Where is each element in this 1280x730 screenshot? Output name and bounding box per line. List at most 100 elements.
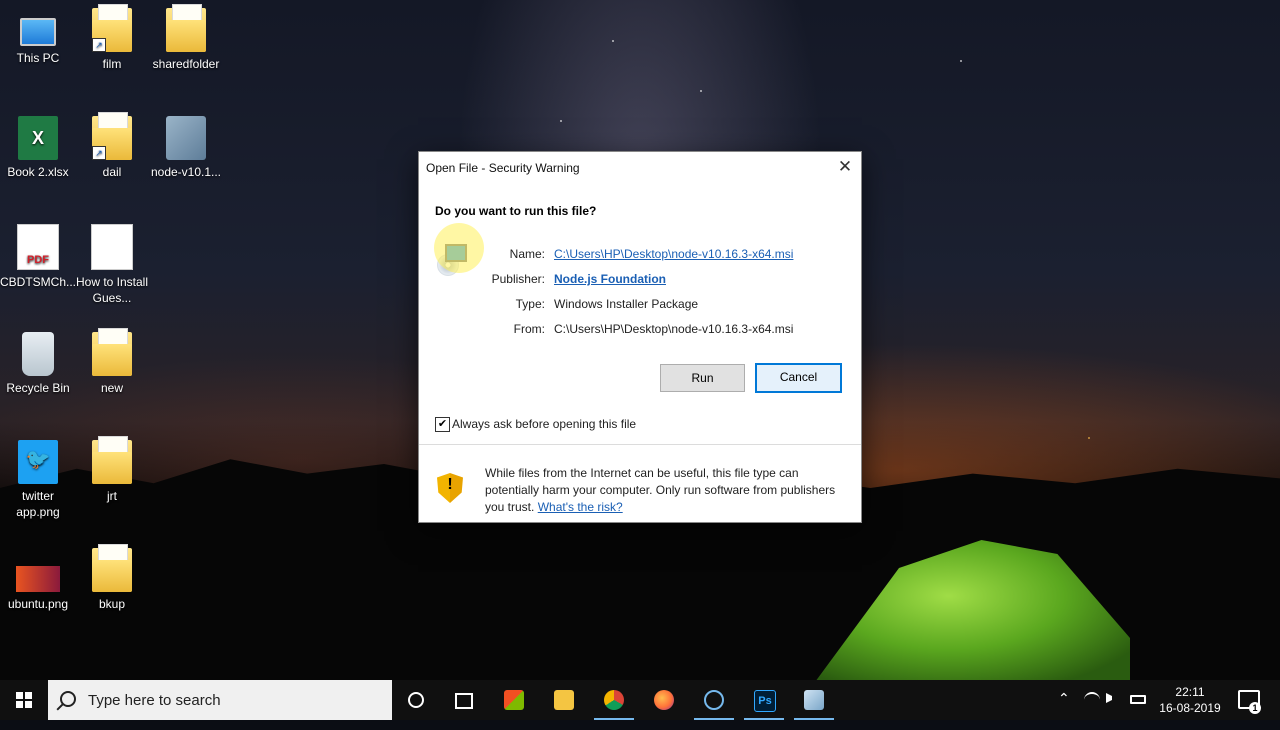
desktop-icon-dail[interactable]: ↗ dail — [74, 112, 150, 180]
desktop-icon-label: ubuntu.png — [7, 597, 69, 611]
always-ask-checkbox[interactable]: ✔ — [435, 417, 450, 432]
computer-icon — [20, 18, 56, 46]
publisher-link[interactable]: Node.js Foundation — [554, 272, 666, 286]
clock-date: 16-08-2019 — [1159, 701, 1221, 715]
taskbar-search-box[interactable]: Type here to search — [48, 680, 392, 720]
desktop-icon-label: bkup — [98, 597, 126, 611]
always-ask-label[interactable]: Always ask before opening this file — [452, 417, 636, 431]
start-button[interactable] — [0, 680, 48, 720]
folder-icon — [92, 328, 132, 376]
desktop-icon-label: sharedfolder — [152, 57, 220, 71]
clock-time: 22:11 — [1175, 685, 1205, 699]
desktop-icon-recycle-bin[interactable]: Recycle Bin — [0, 332, 76, 396]
show-hidden-icons-chevron-up-icon[interactable]: ⌃ — [1058, 690, 1076, 730]
twitter-icon: 🐦 — [18, 440, 58, 484]
desktop-icon-new[interactable]: new — [74, 328, 150, 396]
shortcut-arrow-icon: ↗ — [92, 146, 106, 160]
folder-icon: ↗ — [92, 4, 132, 52]
taskbar: Type here to search Ps ⌃ 22:11 16-08-201… — [0, 680, 1280, 720]
taskbar-media-app[interactable] — [690, 680, 738, 720]
desktop-icon-sharedfolder[interactable]: sharedfolder — [148, 4, 224, 72]
store-icon — [504, 690, 524, 710]
desktop-icon-ubuntu[interactable]: ubuntu.png — [0, 548, 76, 612]
desktop-icon-label: film — [102, 57, 122, 71]
wifi-icon[interactable] — [1084, 692, 1100, 708]
search-icon — [60, 691, 76, 707]
star — [960, 60, 962, 62]
from-value: C:\Users\HP\Desktop\node-v10.16.3-x64.ms… — [554, 322, 794, 336]
file-explorer-icon — [554, 690, 574, 710]
chrome-icon — [604, 690, 624, 710]
cursor-highlight — [434, 223, 484, 273]
photoshop-icon: Ps — [754, 690, 776, 712]
taskbar-store[interactable] — [490, 680, 538, 720]
desktop-icon-how-to-install[interactable]: How to Install Gues... — [74, 224, 150, 306]
task-view-button[interactable] — [440, 680, 488, 720]
desktop-icon-bkup[interactable]: bkup — [74, 544, 150, 612]
media-icon — [704, 690, 724, 710]
publisher-label: Publisher: — [491, 272, 545, 286]
taskbar-file-explorer[interactable] — [540, 680, 588, 720]
warning-text: While files from the Internet can be use… — [485, 465, 851, 516]
windows-logo-icon — [16, 692, 32, 708]
task-view-icon — [455, 693, 473, 709]
desktop-icon-jrt[interactable]: jrt — [74, 436, 150, 504]
taskbar-chrome[interactable] — [590, 680, 638, 720]
desktop-icon-node-installer[interactable]: node-v10.1... — [148, 116, 224, 180]
desktop-icon-label: dail — [102, 165, 122, 179]
notification-count-badge: 1 — [1249, 702, 1261, 714]
folder-icon — [92, 544, 132, 592]
type-label: Type: — [515, 297, 545, 311]
battery-icon[interactable] — [1130, 695, 1146, 704]
close-icon[interactable]: ✕ — [829, 152, 861, 182]
installer-icon — [166, 116, 206, 160]
dialog-title: Open File - Security Warning — [426, 161, 580, 175]
taskbar-firefox[interactable] — [640, 680, 688, 720]
run-button[interactable]: Run — [660, 364, 745, 392]
desktop-icon-cbdtsmch[interactable]: PDF CBDTSMCh... — [0, 224, 76, 290]
desktop-icon-label: CBDTSMCh... — [0, 275, 77, 289]
whats-the-risk-link[interactable]: What's the risk? — [538, 500, 623, 514]
cortana-icon — [408, 692, 424, 708]
installer-icon — [804, 690, 824, 710]
desktop-icon-label: This PC — [16, 51, 60, 65]
type-value: Windows Installer Package — [554, 297, 699, 311]
excel-icon: X — [18, 116, 58, 160]
folder-icon: ↗ — [92, 112, 132, 160]
taskbar-clock[interactable]: 22:11 16-08-2019 — [1150, 684, 1230, 716]
security-warning-dialog: Open File - Security Warning ✕ Do you wa… — [418, 151, 862, 523]
desktop-icon-label: twitter app.png — [16, 489, 60, 519]
desktop-icon-label: node-v10.1... — [150, 165, 222, 179]
taskbar-installer[interactable] — [790, 680, 838, 720]
speaker-icon[interactable] — [1106, 693, 1116, 703]
shield-exclamation: ! — [447, 476, 453, 493]
pdf-icon: PDF — [17, 224, 59, 270]
from-label: From: — [513, 322, 545, 336]
desktop-icon-film[interactable]: ↗ film — [74, 4, 150, 72]
cortana-button[interactable] — [392, 680, 440, 720]
desktop-icon-book2[interactable]: X Book 2.xlsx — [0, 116, 76, 180]
recycle-bin-icon — [22, 332, 54, 376]
desktop-icon-label: How to Install Gues... — [75, 275, 149, 305]
desktop-icon-label: Book 2.xlsx — [7, 165, 69, 179]
star — [1088, 437, 1090, 439]
desktop-icon-label: jrt — [107, 489, 117, 503]
desktop-icon-label: new — [100, 381, 123, 395]
search-placeholder: Type here to search — [88, 692, 221, 709]
desktop-icon-label: Recycle Bin — [6, 381, 70, 395]
document-icon — [91, 224, 133, 270]
star — [612, 40, 614, 42]
dialog-question: Do you want to run this file? — [435, 204, 597, 218]
image-icon — [16, 566, 60, 592]
name-value-link[interactable]: C:\Users\HP\Desktop\node-v10.16.3-x64.ms… — [554, 247, 793, 261]
folder-icon — [92, 436, 132, 484]
star — [560, 120, 562, 122]
shortcut-arrow-icon: ↗ — [92, 38, 106, 52]
desktop-icon-twitter-app[interactable]: 🐦 twitter app.png — [0, 440, 76, 520]
cancel-button[interactable]: Cancel — [755, 363, 842, 393]
warning-panel: ! While files from the Internet can be u… — [419, 445, 861, 522]
star — [700, 90, 702, 92]
firefox-icon — [654, 690, 674, 710]
desktop-icon-this-pc[interactable]: This PC — [0, 8, 76, 66]
taskbar-photoshop[interactable]: Ps — [740, 680, 788, 720]
